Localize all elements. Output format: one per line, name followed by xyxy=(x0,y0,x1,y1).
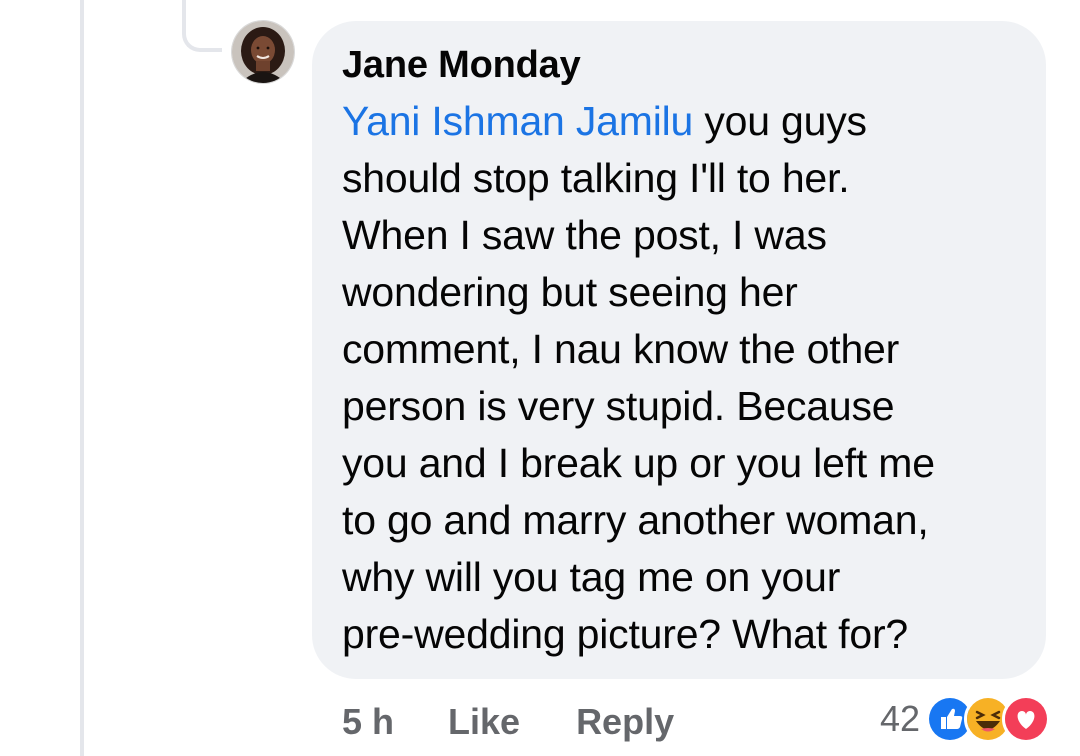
comment-line: Yani Ishman Jamilu you guys xyxy=(342,93,1014,150)
love-reaction-icon xyxy=(1002,695,1050,743)
comment-line: person is very stupid. Because xyxy=(342,383,895,429)
comment-timestamp[interactable]: 5 h xyxy=(342,701,394,743)
comment-thread: Jane Monday Yani Ishman Jamilu you guys … xyxy=(0,0,1080,756)
like-button[interactable]: Like xyxy=(448,701,520,743)
comment-line: should stop talking I'll to her. xyxy=(342,155,850,201)
comment-text: Yani Ishman Jamilu you guys should stop … xyxy=(342,93,1014,663)
reply-connector xyxy=(182,0,222,52)
avatar[interactable] xyxy=(232,21,294,83)
comment-line: to go and marry another woman, xyxy=(342,497,929,543)
comment-line: wondering but seeing her xyxy=(342,269,798,315)
comment-line: When I saw the post, I was xyxy=(342,212,827,258)
reactions-summary[interactable]: 42 xyxy=(880,694,1050,744)
comment-line: you and I break up or you left me xyxy=(342,440,935,486)
comment-line: why will you tag me on your xyxy=(342,554,841,600)
reaction-icons xyxy=(926,695,1050,743)
comment-author-name[interactable]: Jane Monday xyxy=(342,43,1014,87)
comment-line: comment, I nau know the other xyxy=(342,326,900,372)
mention-link[interactable]: Yani Ishman Jamilu xyxy=(342,98,693,144)
comment-actions: 5 h Like Reply xyxy=(342,694,674,750)
comment-bubble: Jane Monday Yani Ishman Jamilu you guys … xyxy=(312,21,1046,679)
comment-line-text: you guys xyxy=(693,98,867,144)
thread-line-outer xyxy=(80,0,84,756)
comment-line: pre-wedding picture? What for? xyxy=(342,611,909,657)
reply-button[interactable]: Reply xyxy=(576,701,674,743)
reaction-count: 42 xyxy=(879,698,920,739)
